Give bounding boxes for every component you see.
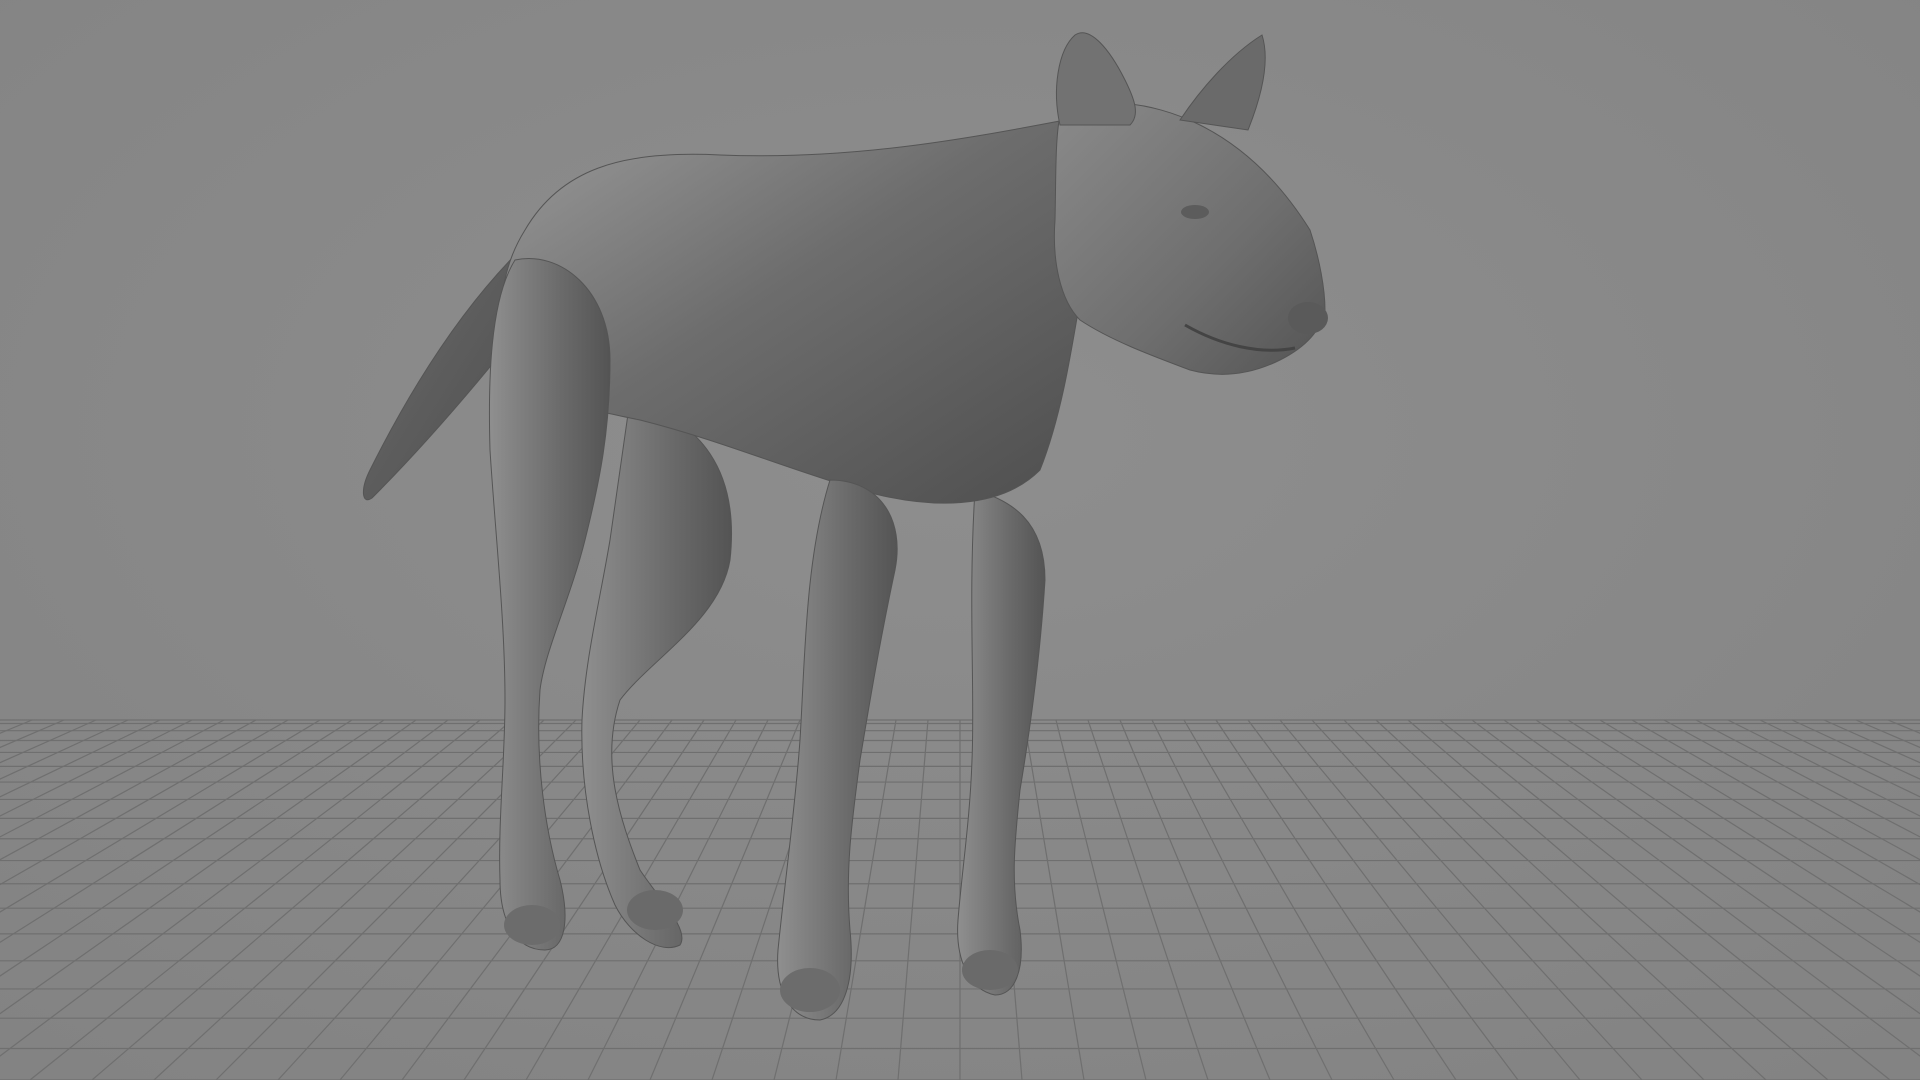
wolf-paw-hind-near bbox=[504, 905, 560, 945]
wolf-paw-front-near bbox=[780, 968, 840, 1012]
wolf-eye bbox=[1181, 205, 1209, 219]
wolf-nose bbox=[1288, 302, 1328, 334]
viewport-canvas[interactable] bbox=[0, 0, 1920, 1080]
3d-viewport[interactable] bbox=[0, 0, 1920, 1080]
wolf-paw-front-far bbox=[962, 950, 1018, 990]
wolf-paw-hind-far bbox=[627, 890, 683, 930]
